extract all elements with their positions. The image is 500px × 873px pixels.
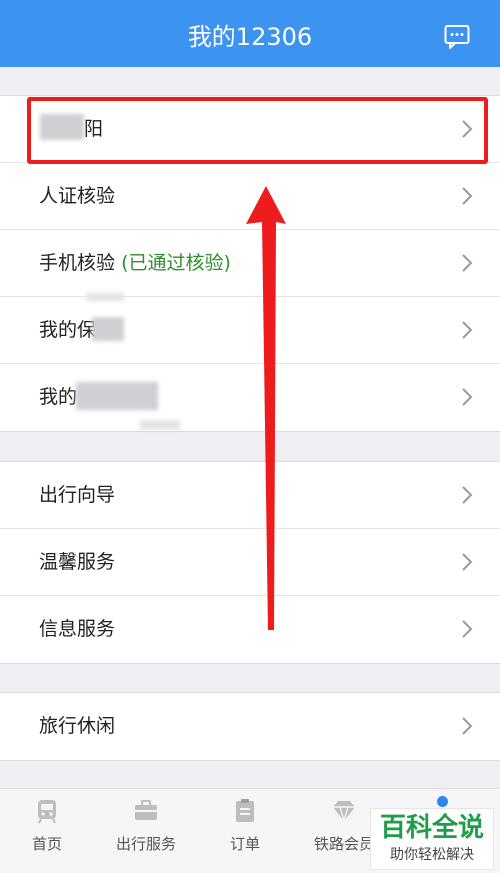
watermark-logo: 百科全说 助你轻松解决 <box>370 808 494 870</box>
tab-travel-service[interactable]: 出行服务 <box>96 797 196 854</box>
red-arrow-annotation <box>246 186 286 630</box>
diamond-icon <box>333 801 355 824</box>
tab-home-label: 首页 <box>31 835 62 853</box>
tab-orders-label: 订单 <box>229 835 260 853</box>
tab-orders[interactable]: 订单 <box>195 797 295 854</box>
tab-travel-service-label: 出行服务 <box>115 835 176 853</box>
watermark-slogan: 助你轻松解决 <box>390 847 474 863</box>
watermark-brand: 百科全说 <box>379 813 484 843</box>
notification-dot <box>437 796 448 807</box>
tab-home[interactable]: 首页 <box>0 797 97 854</box>
train-icon <box>38 800 56 824</box>
briefcase-icon <box>135 800 157 820</box>
clipboard-icon <box>236 799 254 822</box>
